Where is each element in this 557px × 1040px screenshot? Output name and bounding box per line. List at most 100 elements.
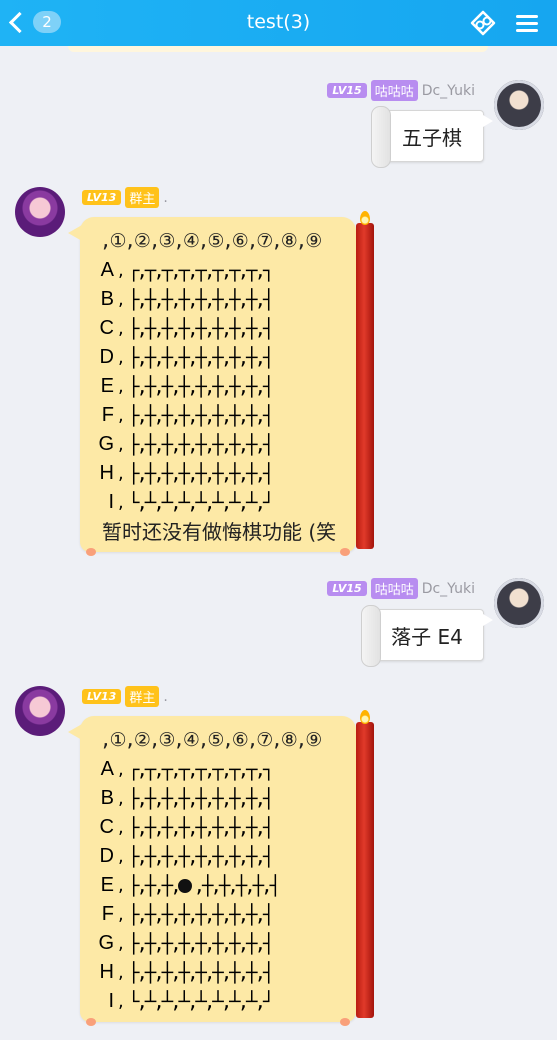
- row-separator: ,: [118, 405, 124, 426]
- row-separator: ,: [118, 904, 124, 925]
- bubble-tail: [483, 614, 493, 626]
- row-separator: ,: [118, 434, 124, 455]
- sender-info: LV15 咕咕咕 Dc_Yuki: [327, 80, 475, 101]
- row-separator: ,: [118, 318, 124, 339]
- sender-name: .: [163, 688, 168, 705]
- row-label: B: [100, 787, 114, 809]
- board-row: C, ├,┼,┼,┼,┼,┼,┼,┼,┤: [88, 314, 356, 343]
- row-cells: ┌,┬,┬,┬,┬,┬,┬,┬,┐: [128, 758, 274, 781]
- row-label: H: [99, 462, 114, 484]
- owner-badge: 群主: [125, 686, 160, 707]
- row-label: I: [108, 990, 114, 1012]
- row-separator: ,: [118, 962, 124, 983]
- board-row: G, ├,┼,┼,┼,┼,┼,┼,┼,┤: [88, 430, 356, 459]
- row-label: D: [99, 845, 114, 867]
- level-badge: LV15: [327, 581, 367, 596]
- message-text: 暂时还没有做悔棋功能 (笑: [102, 520, 337, 544]
- avatar[interactable]: [494, 80, 544, 130]
- board-row: I, └,┴,┴,┴,┴,┴,┴,┴,┘: [88, 987, 356, 1016]
- scroll-roll-decoration: [371, 106, 391, 168]
- board-message-bubble[interactable]: ,①,②,③,④,⑤,⑥,⑦,⑧,⑨ A, ┌,┬,┬,┬,┬,┬,┬,┬,┐ B,…: [68, 710, 374, 1026]
- row-separator: ,: [118, 788, 124, 809]
- board-row: D, ├,┼,┼,┼,┼,┼,┼,┼,┤: [88, 842, 356, 871]
- scroll-roll-decoration: [361, 605, 381, 667]
- board-row: I, └,┴,┴,┴,┴,┴,┴,┴,┘: [88, 488, 356, 517]
- row-cells: ├,┼,┼,┼,┼,┼,┼,┼,┤: [128, 462, 274, 485]
- row-separator: ,: [118, 933, 124, 954]
- row-label: E: [100, 375, 114, 397]
- owner-badge: 群主: [125, 187, 160, 208]
- board-row: B, ├,┼,┼,┼,┼,┼,┼,┼,┤: [88, 784, 356, 813]
- message-bubble[interactable]: 五子棋: [371, 106, 493, 168]
- board-row: A, ┌,┬,┬,┬,┬,┬,┬,┬,┐: [88, 755, 356, 784]
- board-message-bubble[interactable]: ,①,②,③,④,⑤,⑥,⑦,⑧,⑨ A, ┌,┬,┬,┬,┬,┬,┬,┬,┐ B,…: [68, 211, 374, 556]
- board-row: E, ├,┼,┼,┼,┼,┼,┼,┼,┤: [88, 372, 356, 401]
- row-separator: ,: [118, 492, 124, 513]
- row-cells-after: ,┼,┼,┼,┼,┤: [193, 874, 281, 897]
- row-cells: ├,┼,┼,┼,┼,┼,┼,┼,┤: [128, 346, 274, 369]
- row-label: E: [100, 874, 114, 896]
- bubble-tail: [68, 724, 82, 740]
- group-link-icon[interactable]: [466, 6, 500, 40]
- candle-decoration: [356, 722, 374, 1018]
- board-row: B, ├,┼,┼,┼,┼,┼,┼,┼,┤: [88, 285, 356, 314]
- row-cells: └,┴,┴,┴,┴,┴,┴,┴,┘: [128, 491, 274, 514]
- message-text: 落子 E4: [391, 624, 463, 649]
- bubble-tail: [68, 225, 82, 241]
- row-label: C: [99, 816, 114, 838]
- menu-icon[interactable]: [510, 6, 544, 40]
- row-cells: ├,┼,┼,┼,┼,┼,┼,┼,┤: [128, 816, 274, 839]
- sender-name: Dc_Yuki: [421, 82, 475, 99]
- board-row: E, ├,┼,┼, ,┼,┼,┼,┼,┤: [88, 871, 356, 900]
- board-grid: A, ┌,┬,┬,┬,┬,┬,┬,┬,┐ B, ├,┼,┼,┼,┼,┼,┼,┼,┤ C,…: [88, 256, 356, 517]
- row-label: G: [98, 932, 114, 954]
- board-row: C, ├,┼,┼,┼,┼,┼,┼,┼,┤: [88, 813, 356, 842]
- row-separator: ,: [118, 846, 124, 867]
- row-cells: ├,┼,┼,┼,┼,┼,┼,┼,┤: [128, 903, 274, 926]
- row-separator: ,: [118, 759, 124, 780]
- row-cells: ├,┼,┼,┼,┼,┼,┼,┼,┤: [128, 932, 274, 955]
- bubble-tail: [483, 115, 493, 127]
- row-cells: ├,┼,┼,┼,┼,┼,┼,┼,┤: [128, 787, 274, 810]
- row-label: A: [100, 259, 114, 281]
- row-label: B: [100, 288, 114, 310]
- board-row: F, ├,┼,┼,┼,┼,┼,┼,┼,┤: [88, 900, 356, 929]
- board-row: H, ├,┼,┼,┼,┼,┼,┼,┼,┤: [88, 958, 356, 987]
- level-badge: LV15: [327, 83, 367, 98]
- member-title-badge: 咕咕咕: [370, 578, 418, 599]
- row-separator: ,: [118, 991, 124, 1012]
- avatar[interactable]: [15, 187, 65, 237]
- candle-decoration: [356, 223, 374, 549]
- cake-decoration: [340, 548, 350, 556]
- row-cells: ├,┼,┼,┼,┼,┼,┼,┼,┤: [128, 433, 274, 456]
- previous-message-edge: [68, 46, 488, 52]
- message-bubble[interactable]: 落子 E4: [361, 605, 493, 667]
- row-cells: ├,┼,┼, ,┼,┼,┼,┼,┤: [128, 874, 281, 897]
- row-separator: ,: [118, 289, 124, 310]
- avatar[interactable]: [15, 686, 65, 736]
- row-separator: ,: [118, 817, 124, 838]
- sender-info: LV15 咕咕咕 Dc_Yuki: [327, 578, 475, 599]
- sender-name: .: [163, 189, 168, 206]
- top-bar: 2 test(3): [0, 0, 557, 46]
- column-header: ,①,②,③,④,⑤,⑥,⑦,⑧,⑨: [100, 230, 322, 252]
- row-label: I: [108, 491, 114, 513]
- board-row: G, ├,┼,┼,┼,┼,┼,┼,┼,┤: [88, 929, 356, 958]
- cake-decoration: [340, 1018, 350, 1026]
- level-badge: LV13: [82, 190, 122, 205]
- board-row: H, ├,┼,┼,┼,┼,┼,┼,┼,┤: [88, 459, 356, 488]
- row-label: C: [99, 317, 114, 339]
- board-row: A, ┌,┬,┬,┬,┬,┬,┬,┬,┐: [88, 256, 356, 285]
- row-cells: ├,┼,┼,┼,┼,┼,┼,┼,┤: [128, 375, 274, 398]
- sender-info: LV13 群主 .: [82, 686, 168, 707]
- flame-decoration: [360, 710, 370, 724]
- row-label: G: [98, 433, 114, 455]
- column-header: ,①,②,③,④,⑤,⑥,⑦,⑧,⑨: [100, 729, 322, 751]
- row-cells: └,┴,┴,┴,┴,┴,┴,┴,┘: [128, 990, 274, 1013]
- row-cells: ├,┼,┼,┼,┼,┼,┼,┼,┤: [128, 317, 274, 340]
- cake-decoration: [86, 548, 96, 556]
- row-separator: ,: [118, 463, 124, 484]
- message-text: 五子棋: [402, 125, 462, 150]
- row-cells: ├,┼,┼,┼,┼,┼,┼,┼,┤: [128, 961, 274, 984]
- avatar[interactable]: [494, 578, 544, 628]
